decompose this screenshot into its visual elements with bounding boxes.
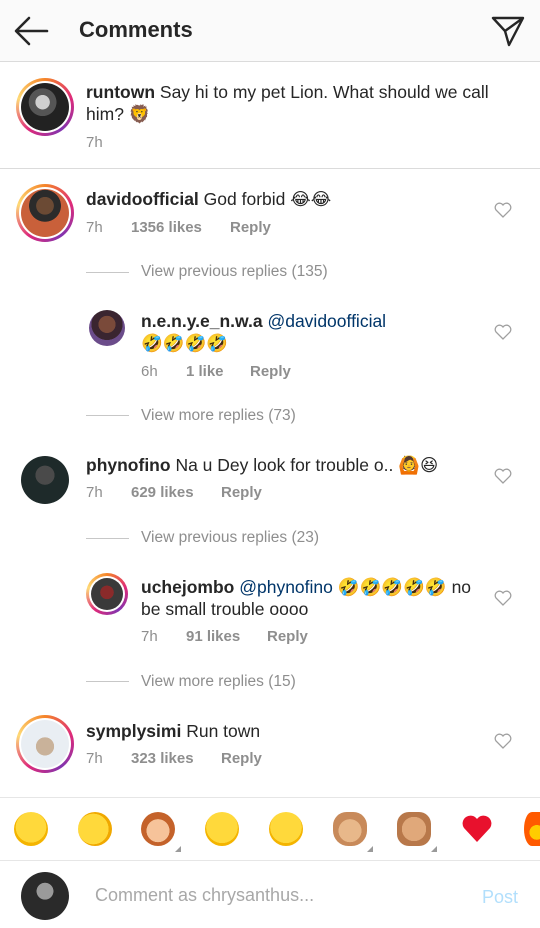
post-button[interactable]: Post [482,887,518,908]
reply-likes[interactable]: 91 likes [186,628,240,645]
comment-davidoofficial: davidoofficial God forbid 😂😂 [86,188,476,210]
fire-emoji-button[interactable] [524,812,540,846]
comment-composer: Post [0,862,540,928]
comment-body: God forbid 😂😂 [203,189,332,209]
avatar-davidoofficial[interactable] [16,184,74,242]
red-heart-emoji-button[interactable] [460,812,494,846]
comment-time: 7h [86,219,103,236]
back-arrow-icon[interactable] [12,14,50,48]
comment-input[interactable] [95,885,455,906]
reply-mention[interactable]: @phynofino [239,577,333,597]
comment-likes[interactable]: 1356 likes [131,219,202,236]
reply-body: 🤣🤣🤣🤣🤣 no [337,577,472,597]
direct-send-icon[interactable] [490,14,526,48]
caption-divider [0,168,540,169]
reply-nenye: n.e.n.y.e_n.w.a @davidoofficial 🤣🤣🤣🤣 [141,310,471,355]
comment-body: Run town [186,721,261,741]
comment-username[interactable]: phynofino [86,455,171,475]
skin-tone-indicator [431,846,437,852]
comment-phynofino: phynofino Na u Dey look for trouble o.. … [86,454,476,476]
comment-likes[interactable]: 629 likes [131,484,194,501]
reply-button[interactable]: Reply [221,750,262,767]
skin-tone-indicator [175,846,181,852]
caption-text: runtown Say hi to my pet Lion. What shou… [86,81,506,125]
comment-body: Na u Dey look for trouble o.. 🙆😆 [175,455,439,475]
ok-hand-emoji-button[interactable] [333,812,367,846]
view-previous-replies[interactable]: View previous replies (23) [141,529,319,547]
comment-symplysimi: symplysimi Run town [86,720,476,742]
skin-tone-indicator [367,846,373,852]
reply-time: 6h [141,363,158,380]
fist-bump-emoji-button[interactable] [397,812,431,846]
quick-emoji-bar [0,797,540,861]
like-heart-icon[interactable] [494,590,512,606]
reply-body: 🤣🤣🤣🤣 [141,334,229,354]
person-gesturing-ok-emoji-button[interactable] [141,812,175,846]
view-more-replies[interactable]: View more replies (15) [141,673,296,691]
reply-button[interactable]: Reply [250,363,291,380]
comment-username[interactable]: davidoofficial [86,189,199,209]
reply-button[interactable]: Reply [267,628,308,645]
caption-username[interactable]: runtown [86,82,155,102]
rofl-emoji-button[interactable] [78,812,112,846]
comment-likes[interactable]: 323 likes [131,750,194,767]
eye-roll-emoji-button[interactable] [205,812,239,846]
reply-uchejombo: uchejombo @phynofino 🤣🤣🤣🤣🤣 no be small t… [141,576,481,620]
reply-time: 7h [141,628,158,645]
like-heart-icon[interactable] [494,468,512,484]
reply-button[interactable]: Reply [221,484,262,501]
caption-time: 7h [86,134,103,151]
like-heart-icon[interactable] [494,202,512,218]
reply-username[interactable]: uchejombo [141,577,234,597]
view-previous-line [86,538,129,539]
view-more-line [86,415,129,416]
reply-likes[interactable]: 1 like [186,363,224,380]
avatar-phynofino[interactable] [21,456,69,504]
caption-avatar[interactable] [16,78,74,136]
reply-mention[interactable]: @davidoofficial [267,311,386,331]
view-previous-line [86,272,129,273]
view-more-replies[interactable]: View more replies (73) [141,407,296,425]
page-title: Comments [79,17,193,42]
view-more-line [86,681,129,682]
reply-username[interactable]: n.e.n.y.e_n.w.a [141,311,263,331]
reply-button[interactable]: Reply [230,219,271,236]
top-bar: Comments [0,0,540,62]
view-previous-replies[interactable]: View previous replies (135) [141,263,328,281]
comment-username[interactable]: symplysimi [86,721,181,741]
comment-time: 7h [86,750,103,767]
comment-time: 7h [86,484,103,501]
my-avatar [21,872,69,920]
like-heart-icon[interactable] [494,733,512,749]
reply-body-cont: be small trouble oooo [141,599,309,619]
avatar-symplysimi[interactable] [16,715,74,773]
avatar-uchejombo[interactable] [86,573,128,615]
like-heart-icon[interactable] [494,324,512,340]
grin-emoji-button[interactable] [269,812,303,846]
avatar-nenye[interactable] [89,310,125,346]
tears-of-joy-emoji-button[interactable] [14,812,48,846]
